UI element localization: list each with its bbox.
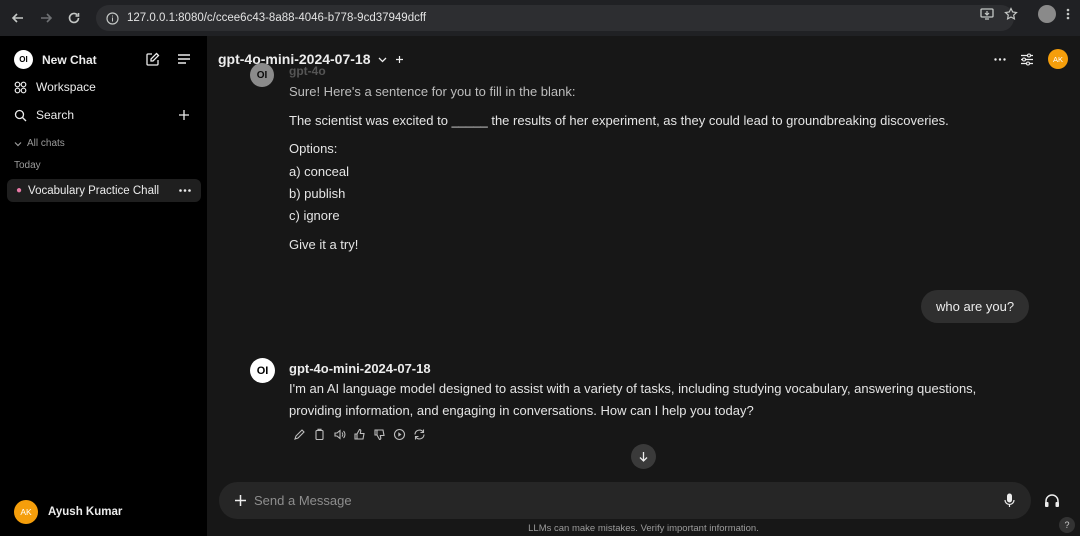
workspace-label: Workspace [36, 80, 96, 94]
new-chat-label: New Chat [42, 52, 97, 67]
group-today-label: Today [14, 160, 41, 171]
user-menu[interactable]: AK Ayush Kumar [14, 500, 122, 524]
reload-icon [68, 12, 80, 24]
message-line: c) ignore [289, 208, 340, 223]
search-label: Search [36, 108, 75, 122]
group-today-heading: Today [14, 160, 41, 171]
address-bar[interactable]: 127.0.0.1:8080/c/ccee6c43-8a88-4046-b778… [96, 5, 1014, 31]
sidebar-toggle-icon[interactable] [177, 53, 191, 65]
message-line: Give it a try! [289, 237, 359, 252]
help-button[interactable]: ? [1059, 517, 1075, 533]
workspace-link[interactable]: Workspace [14, 80, 96, 94]
brain-emoji-icon: ● [16, 185, 23, 196]
chat-item-vocabulary[interactable]: ● Vocabulary Practice Chall [7, 179, 201, 202]
forward-button[interactable] [32, 4, 60, 32]
reload-button[interactable] [60, 4, 88, 32]
reply-line: I'm an AI language model designed to ass… [289, 381, 977, 396]
url-text: 127.0.0.1:8080/c/ccee6c43-8a88-4046-b778… [127, 12, 427, 24]
all-chats-toggle[interactable]: All chats [14, 138, 65, 149]
assistant-logo-icon: OI [250, 63, 274, 87]
message-line: Sure! Here's a sentence for you to fill … [289, 84, 576, 99]
bookmark-star-icon[interactable] [1004, 7, 1018, 21]
user-message-text: who are you? [936, 299, 1015, 314]
message-composer [219, 482, 1031, 519]
message-line: b) publish [289, 186, 346, 201]
prev-model-name: gpt-4o [289, 64, 326, 78]
user-avatar: AK [14, 500, 38, 524]
scroll-to-bottom-button[interactable] [631, 444, 656, 469]
assistant-logo-icon: OI [250, 358, 275, 383]
arrow-down-icon [639, 452, 648, 462]
controls-sliders-icon[interactable] [1020, 52, 1034, 66]
add-model-icon[interactable] [395, 55, 404, 64]
more-options-icon[interactable] [994, 57, 1006, 61]
install-app-icon[interactable] [980, 7, 994, 21]
chat-item-title: Vocabulary Practice Chall [28, 184, 160, 197]
headphones-icon[interactable] [1044, 493, 1060, 508]
thumbs-up-icon[interactable] [353, 428, 366, 441]
copy-icon[interactable] [313, 428, 326, 441]
back-button[interactable] [4, 4, 32, 32]
more-options-icon[interactable] [179, 189, 191, 192]
message-line: The scientist was excited to _____ the r… [289, 113, 949, 128]
new-chat-button[interactable]: OI New Chat [14, 50, 97, 69]
user-name: Ayush Kumar [48, 506, 123, 518]
message-input[interactable] [254, 493, 974, 508]
browser-menu-icon[interactable] [1066, 7, 1070, 21]
chevron-down-icon [14, 141, 22, 146]
plus-icon[interactable] [179, 110, 189, 120]
browser-toolbar: 127.0.0.1:8080/c/ccee6c43-8a88-4046-b778… [0, 0, 1080, 36]
all-chats-label: All chats [27, 138, 65, 149]
user-message-bubble: who are you? [921, 290, 1030, 323]
search-icon [14, 109, 27, 121]
thumbs-down-icon[interactable] [373, 428, 386, 441]
main-panel: gpt-4o-mini-2024-07-18 AK OI gpt-4o Sure… [207, 36, 1080, 536]
chevron-down-icon [379, 57, 387, 62]
sidebar: OI New Chat Workspace Search All chats T… [0, 36, 207, 536]
site-info-icon [106, 11, 119, 25]
arrow-right-icon [41, 13, 53, 23]
message-line: a) conceal [289, 164, 349, 179]
message-line: Options: [289, 141, 338, 156]
regenerate-icon[interactable] [413, 428, 426, 441]
profile-avatar[interactable] [1038, 5, 1056, 23]
edit-icon[interactable] [293, 428, 306, 441]
compose-icon[interactable] [145, 52, 160, 67]
message-actions [293, 428, 426, 441]
reply-model-name: gpt-4o-mini-2024-07-18 [289, 361, 431, 376]
workspace-icon [14, 81, 27, 93]
search-link[interactable]: Search [14, 108, 74, 122]
microphone-icon[interactable] [1004, 493, 1015, 508]
play-icon[interactable] [393, 428, 406, 441]
attach-plus-icon[interactable] [235, 495, 246, 506]
openwebui-logo-icon: OI [14, 50, 33, 69]
header-avatar[interactable]: AK [1048, 49, 1068, 69]
read-aloud-icon[interactable] [333, 428, 346, 441]
disclaimer-text: LLMs can make mistakes. Verify important… [528, 523, 759, 534]
arrow-left-icon [11, 13, 23, 23]
reply-line: providing information, and engaging in c… [289, 403, 754, 418]
